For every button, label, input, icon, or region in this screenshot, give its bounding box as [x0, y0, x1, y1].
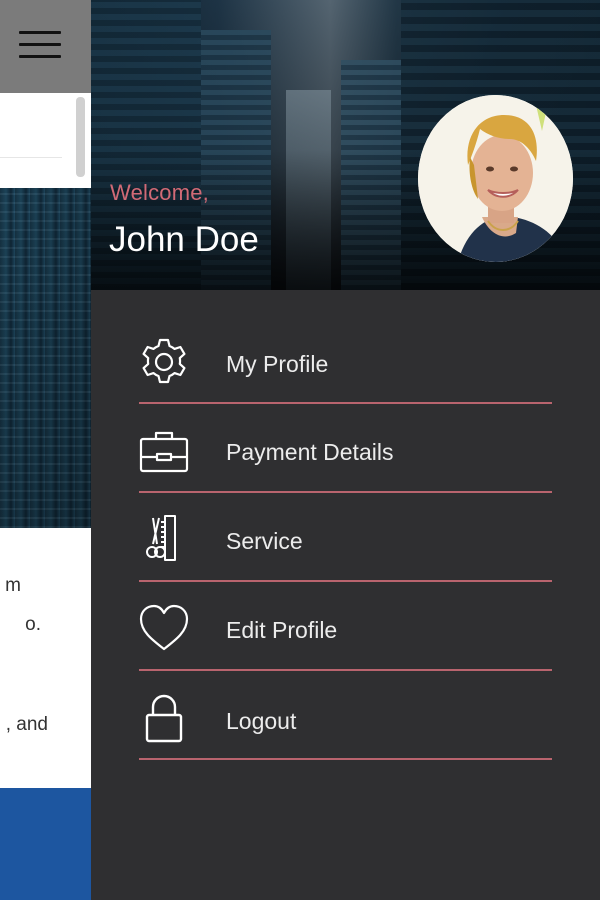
hero-image: [0, 188, 91, 528]
scissors-comb-icon: [146, 515, 176, 561]
scrollbar[interactable]: [76, 97, 85, 177]
menu-item-service[interactable]: Service: [139, 493, 552, 582]
app-bar: [0, 0, 91, 93]
avatar[interactable]: [418, 95, 573, 262]
drawer-header: Welcome, John Doe: [91, 0, 600, 290]
body-text-line: o.: [25, 614, 41, 635]
menu-item-my-profile[interactable]: My Profile: [139, 315, 552, 404]
menu-item-label: Payment Details: [226, 439, 394, 465]
body-text-line: m: [5, 575, 21, 596]
footer-bar: [0, 788, 91, 900]
menu-item-label: Logout: [226, 708, 297, 734]
search-area: [0, 93, 91, 188]
menu-item-label: Edit Profile: [226, 617, 338, 643]
drawer-menu: My Profile Payment Details Service Edit …: [139, 315, 552, 760]
lock-icon: [145, 694, 183, 743]
welcome-label: Welcome,: [110, 180, 209, 205]
avatar-photo: [418, 95, 573, 262]
navigation-drawer: Welcome, John Doe My Profile Payment Det…: [91, 0, 600, 900]
menu-item-edit-profile[interactable]: Edit Profile: [139, 582, 552, 671]
menu-item-label: My Profile: [226, 351, 329, 377]
menu-item-payment-details[interactable]: Payment Details: [139, 404, 552, 493]
background-page: m o. , and: [0, 0, 91, 900]
menu-item-label: Service: [226, 528, 303, 554]
user-name: John Doe: [109, 220, 259, 259]
search-underline: [0, 157, 62, 158]
briefcase-icon: [139, 431, 189, 473]
menu-item-logout[interactable]: Logout: [139, 671, 552, 760]
gear-icon: [142, 338, 186, 384]
hamburger-menu-icon[interactable]: [19, 31, 61, 59]
heart-icon: [139, 604, 189, 651]
body-text-line: , and: [5, 714, 48, 735]
